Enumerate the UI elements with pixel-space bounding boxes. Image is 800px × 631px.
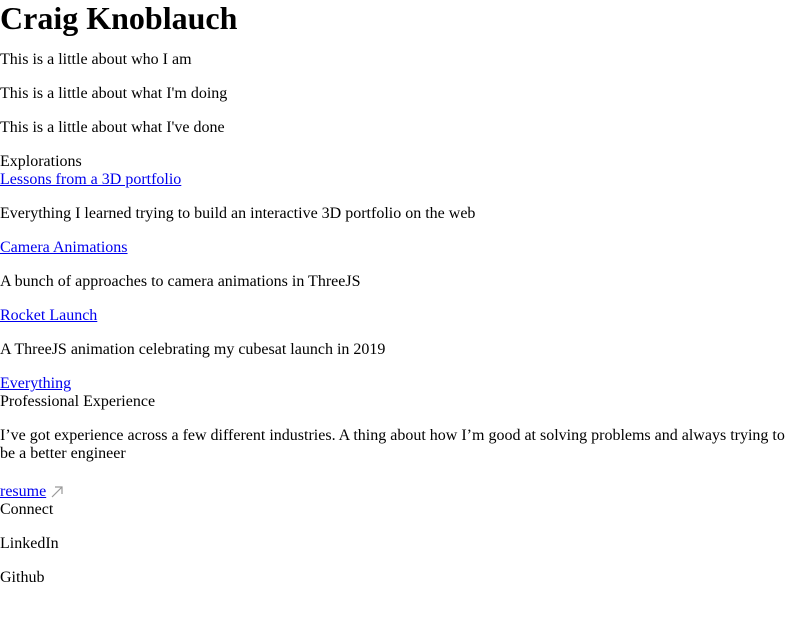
intro-who: This is a little about who I am (0, 51, 192, 68)
exploration-item: Camera Animations A bunch of approaches … (0, 239, 800, 291)
connect-linkedin[interactable]: LinkedIn (0, 535, 800, 553)
explorations-everything-link[interactable]: Everything (0, 375, 71, 393)
explorations-heading: Explorations (0, 153, 82, 170)
page-title: Craig Knoblauch (0, 0, 238, 36)
exploration-description: A bunch of approaches to camera animatio… (0, 273, 361, 290)
exploration-link-camera-animations[interactable]: Camera Animations (0, 239, 128, 257)
resume-link[interactable]: resume (0, 483, 46, 501)
connect-heading: Connect (0, 501, 54, 518)
connect-github[interactable]: Github (0, 569, 800, 587)
exploration-link-3d-portfolio[interactable]: Lessons from a 3D portfolio (0, 171, 800, 189)
external-arrow-icon[interactable] (50, 485, 64, 499)
explorations-section: Explorations Lessons from a 3D portfolio… (0, 153, 800, 393)
resume-row: resume (0, 483, 800, 501)
experience-section: Professional Experience I’ve got experie… (0, 393, 800, 501)
intro-done: This is a little about what I've done (0, 119, 225, 136)
exploration-item: Lessons from a 3D portfolio Everything I… (0, 171, 800, 223)
experience-heading: Professional Experience (0, 393, 156, 410)
intro-doing: This is a little about what I'm doing (0, 85, 228, 102)
exploration-item: Rocket Launch A ThreeJS animation celebr… (0, 307, 800, 359)
connect-section: Connect LinkedIn Github (0, 501, 800, 587)
exploration-description: Everything I learned trying to build an … (0, 205, 476, 222)
experience-summary: I’ve got experience across a few differe… (0, 427, 785, 462)
exploration-description: A ThreeJS animation celebrating my cubes… (0, 341, 386, 358)
exploration-link-rocket-launch[interactable]: Rocket Launch (0, 307, 97, 325)
